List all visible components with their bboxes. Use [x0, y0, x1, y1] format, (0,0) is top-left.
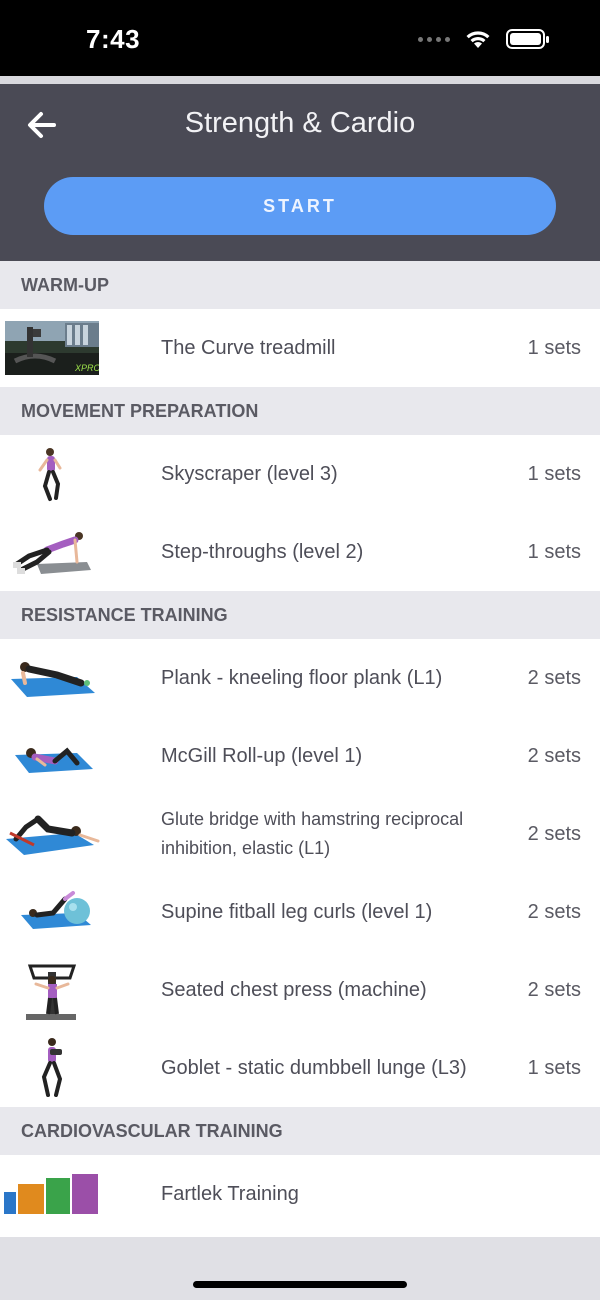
section-header-cardiovascular-training: CARDIOVASCULAR TRAINING — [0, 1107, 600, 1155]
status-time: 7:43 — [86, 24, 141, 54]
plank-thumbnail — [4, 645, 100, 711]
exercise-name: Skyscraper (level 3) — [161, 462, 338, 485]
home-indicator[interactable] — [193, 1281, 407, 1288]
glute-bridge-thumbnail — [4, 801, 100, 867]
workout-header: Strength & Cardio START — [0, 84, 600, 261]
exercise-sets: 2 sets — [527, 978, 581, 1001]
exercise-sets: 2 sets — [527, 744, 581, 767]
svg-text:XPRO: XPRO — [74, 363, 99, 373]
chest-press-thumbnail — [4, 957, 100, 1023]
section-header-resistance-training: RESISTANCE TRAINING — [0, 591, 600, 639]
exercise-name: Step-throughs (level 2) — [161, 540, 364, 563]
page-title: Strength & Cardio — [184, 107, 416, 139]
wifi-icon — [464, 28, 492, 50]
exercise-name: Supine fitball leg curls (level 1) — [161, 900, 433, 923]
exercise-name: The Curve treadmill — [161, 336, 336, 359]
exercise-name: Glute bridge with hamstring reciprocal i… — [161, 809, 464, 858]
treadmill-thumbnail: XPRO — [4, 315, 100, 381]
exercise-sets: 1 sets — [527, 336, 581, 359]
exercise-row-seated-chest-press[interactable]: Seated chest press (machine) 2 sets — [0, 951, 600, 1029]
exercise-sets: 1 sets — [527, 540, 581, 563]
start-button[interactable]: START — [44, 177, 556, 235]
exercise-sets: 2 sets — [527, 900, 581, 923]
fartlek-thumbnail — [4, 1161, 100, 1227]
status-bar: 7:43 — [0, 0, 600, 76]
exercise-name: Seated chest press (machine) — [161, 978, 427, 1001]
exercise-row-plank[interactable]: Plank - kneeling floor plank (L1) 2 sets — [0, 639, 600, 717]
step-throughs-thumbnail — [4, 519, 100, 585]
exercise-row-mcgill-roll-up[interactable]: McGill Roll-up (level 1) 2 sets — [0, 717, 600, 795]
exercise-name: Plank - kneeling floor plank (L1) — [161, 666, 443, 689]
exercise-sets: 2 sets — [527, 666, 581, 689]
mcgill-roll-up-thumbnail — [4, 723, 100, 789]
exercise-name: Goblet - static dumbbell lunge (L3) — [161, 1056, 467, 1079]
exercise-row-glute-bridge[interactable]: Glute bridge with hamstring reciprocal i… — [0, 795, 600, 873]
bottom-safe-area — [0, 1237, 600, 1300]
status-icons — [418, 28, 550, 50]
battery-icon — [506, 28, 550, 50]
exercise-row-goblet-lunge[interactable]: Goblet - static dumbbell lunge (L3) 1 se… — [0, 1029, 600, 1107]
exercise-row-fitball-leg-curls[interactable]: Supine fitball leg curls (level 1) 2 set… — [0, 873, 600, 951]
section-header-warmup: WARM-UP — [0, 261, 600, 309]
exercise-sets: 2 sets — [527, 822, 581, 845]
exercise-sets: 1 sets — [527, 1056, 581, 1079]
section-header-movement-preparation: MOVEMENT PREPARATION — [0, 387, 600, 435]
exercise-sets: 1 sets — [527, 462, 581, 485]
exercise-name: Fartlek Training — [161, 1182, 299, 1205]
exercise-row-fartlek[interactable]: Fartlek Training — [0, 1155, 600, 1233]
fitball-thumbnail — [4, 879, 100, 945]
skyscraper-thumbnail — [4, 441, 100, 507]
exercise-row-step-throughs[interactable]: Step-throughs (level 2) 1 sets — [0, 513, 600, 591]
exercise-row-curve-treadmill[interactable]: XPRO The Curve treadmill 1 sets — [0, 309, 600, 387]
exercise-name: McGill Roll-up (level 1) — [161, 744, 363, 767]
exercise-list: WARM-UP XPRO The Curve treadmill 1 sets … — [0, 261, 600, 1233]
exercise-row-skyscraper[interactable]: Skyscraper (level 3) 1 sets — [0, 435, 600, 513]
header-divider — [0, 76, 600, 84]
goblet-lunge-thumbnail — [4, 1035, 100, 1101]
cellular-signal-icon — [418, 36, 450, 42]
